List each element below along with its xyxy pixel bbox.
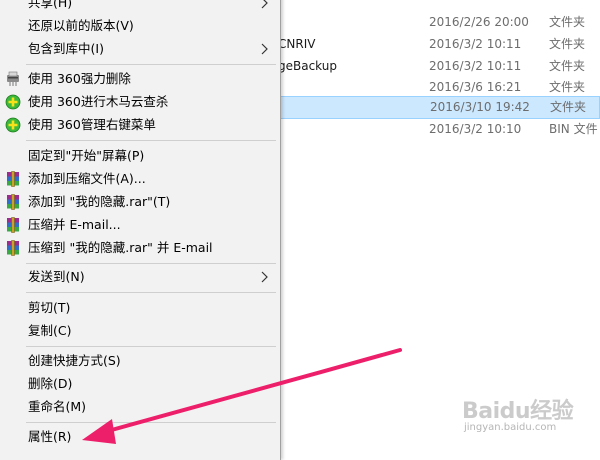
winrar-icon	[7, 194, 19, 210]
chevron-right-icon	[261, 0, 268, 9]
file-date: 2016/3/6 16:21	[429, 80, 522, 94]
file-type: 文件夹	[549, 59, 586, 73]
360-shield-icon	[5, 94, 21, 110]
menu-item-rename[interactable]: 重命名(M)	[0, 396, 280, 418]
menu-item-label: 共享(H)	[28, 0, 73, 10]
menu-item-label: 使用 360管理右键菜单	[28, 117, 156, 132]
file-type: 文件夹	[549, 15, 586, 29]
menu-item-label: 使用 360强力删除	[28, 71, 131, 86]
menu-item-360-manage-menu[interactable]: 使用 360管理右键菜单	[0, 114, 280, 136]
menu-item-label: 还原以前的版本(V)	[28, 18, 134, 33]
menu-item-include-in-library[interactable]: 包含到库中(I)	[0, 38, 280, 60]
menu-item-send-to[interactable]: 发送到(N)	[0, 266, 280, 288]
file-date: 2016/2/26 20:00	[429, 15, 529, 29]
menu-item-label: 剪切(T)	[28, 300, 71, 315]
file-date: 2016/3/2 10:11	[429, 37, 522, 51]
watermark-url: jingyan.baidu.com	[464, 422, 557, 433]
menu-item-label: 添加到 "我的隐藏.rar"(T)	[28, 194, 171, 209]
menu-item-label: 添加到压缩文件(A)...	[28, 171, 146, 186]
menu-item-share[interactable]: 共享(H)	[0, 0, 280, 14]
menu-item-compress-rar-email[interactable]: 压缩到 "我的隐藏.rar" 并 E-mail	[0, 237, 280, 259]
menu-separator	[26, 346, 276, 347]
file-type: 文件夹	[550, 100, 587, 114]
file-name: CNRIV	[278, 37, 316, 51]
menu-separator	[26, 64, 276, 65]
menu-item-label: 包含到库中(I)	[28, 41, 104, 56]
menu-separator	[26, 292, 276, 293]
menu-item-label: 属性(R)	[28, 429, 72, 444]
menu-item-copy[interactable]: 复制(C)	[0, 320, 280, 342]
chevron-right-icon	[261, 43, 268, 55]
context-menu: 共享(H) 还原以前的版本(V) 包含到库中(I) 使用 360强力删除 使用 …	[0, 0, 281, 460]
watermark-logo: Baidu经验	[462, 399, 574, 424]
file-type: 文件夹	[549, 80, 586, 94]
menu-separator	[26, 140, 276, 141]
menu-item-360-trojan-scan[interactable]: 使用 360进行木马云查杀	[0, 91, 280, 113]
menu-item-label: 压缩并 E-mail...	[28, 217, 121, 232]
menu-item-properties[interactable]: 属性(R)	[0, 426, 280, 448]
baidu-jingyan-watermark: Baidu经验 jingyan.baidu.com	[462, 393, 594, 439]
menu-item-label: 使用 360进行木马云查杀	[28, 94, 169, 109]
file-date: 2016/3/10 19:42	[430, 100, 530, 114]
menu-item-360-force-delete[interactable]: 使用 360强力删除	[0, 68, 280, 90]
shredder-icon	[7, 71, 19, 86]
menu-item-create-shortcut[interactable]: 创建快捷方式(S)	[0, 350, 280, 372]
winrar-icon	[7, 171, 19, 187]
menu-item-compress-email[interactable]: 压缩并 E-mail...	[0, 214, 280, 236]
winrar-icon	[7, 240, 19, 256]
menu-item-label: 创建快捷方式(S)	[28, 353, 121, 368]
menu-item-label: 固定到"开始"屏幕(P)	[28, 148, 145, 163]
menu-item-restore-versions[interactable]: 还原以前的版本(V)	[0, 15, 280, 37]
menu-item-label: 删除(D)	[28, 376, 73, 391]
menu-item-add-to-rar[interactable]: 添加到 "我的隐藏.rar"(T)	[0, 191, 280, 213]
menu-item-label: 压缩到 "我的隐藏.rar" 并 E-mail	[28, 240, 213, 255]
menu-separator	[26, 263, 276, 264]
chevron-right-icon	[261, 271, 268, 283]
menu-item-delete[interactable]: 删除(D)	[0, 373, 280, 395]
menu-item-pin-to-start[interactable]: 固定到"开始"屏幕(P)	[0, 145, 280, 167]
winrar-icon	[7, 217, 19, 233]
file-date: 2016/3/2 10:10	[429, 122, 522, 136]
360-shield-icon	[5, 117, 21, 133]
menu-item-label: 重命名(M)	[28, 399, 87, 414]
file-type: 文件夹	[549, 37, 586, 51]
menu-item-label: 发送到(N)	[28, 269, 85, 284]
menu-item-add-to-archive[interactable]: 添加到压缩文件(A)...	[0, 168, 280, 190]
menu-separator	[26, 422, 276, 423]
file-type: BIN 文件	[549, 122, 598, 136]
menu-item-label: 复制(C)	[28, 323, 72, 338]
menu-item-cut[interactable]: 剪切(T)	[0, 297, 280, 319]
file-date: 2016/3/2 10:11	[429, 59, 522, 73]
file-name: geBackup	[278, 59, 337, 73]
